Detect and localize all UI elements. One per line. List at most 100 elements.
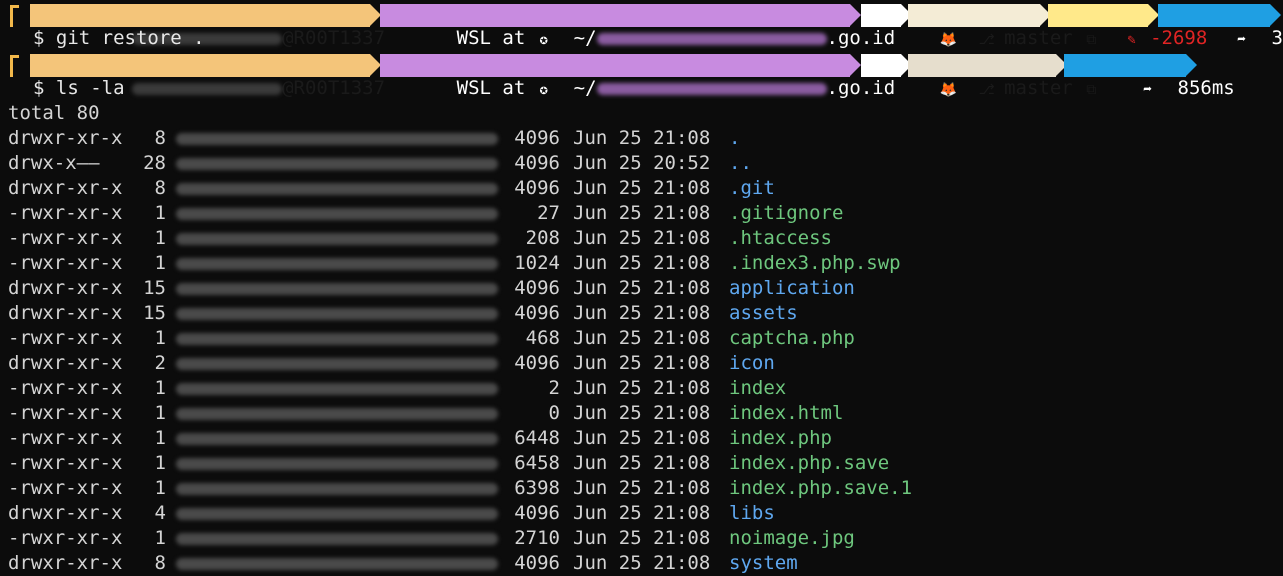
table-row: -rwxr-xr-x 1 2710 Jun 25 21:08 noimage.jpg <box>0 526 1283 551</box>
elapsed-segment: ➦ 856ms <box>1064 54 1235 99</box>
table-row: drwx-x—— 28 4096 Jun 25 20:52.. <box>0 151 1283 176</box>
shell-label: WSL at <box>456 77 526 99</box>
permissions: -rwxr-xr-x <box>8 427 123 449</box>
file-name[interactable]: . <box>729 126 740 151</box>
file-size: 4096 <box>514 502 560 524</box>
branch-icon: ⎇ <box>978 32 995 48</box>
table-row: drwxr-xr-x 8 4096 Jun 25 21:08. <box>0 126 1283 151</box>
path-segment: WSL at ✪ ~/.go.id <box>380 4 895 49</box>
prompt-line-2: ▭ @R00T1337 WSL at ✪ ~/.go.id 🦊 ⎇ master… <box>0 52 1283 99</box>
modified-date: Jun 25 21:08 <box>573 252 711 274</box>
file-name[interactable]: captcha.php <box>729 326 855 351</box>
file-name[interactable]: index.html <box>729 401 843 426</box>
permissions: -rwxr-xr-x <box>8 452 123 474</box>
link-count: 1 <box>154 252 166 274</box>
path-segment: WSL at ✪ ~/.go.id <box>380 54 895 99</box>
modified-date: Jun 25 21:08 <box>573 327 711 349</box>
file-size: 208 <box>525 227 560 249</box>
file-name[interactable]: index.php.save <box>729 451 889 476</box>
file-name[interactable]: index.php <box>729 426 832 451</box>
file-name[interactable]: index <box>729 376 786 401</box>
permissions: drwxr-xr-x <box>8 302 123 324</box>
branch-icon: ⎇ <box>978 82 995 98</box>
permissions: -rwxr-xr-x <box>8 202 123 224</box>
table-row: -rwxr-xr-x 1 2 Jun 25 21:08 index <box>0 376 1283 401</box>
linux-icon: ✪ <box>539 32 548 48</box>
file-name[interactable]: assets <box>729 301 798 326</box>
branch-segment: ⎇ master ⧉ <box>908 4 1096 49</box>
table-row: drwxr-xr-x 8 4096 Jun 25 21:08 system <box>0 551 1283 576</box>
modified-date: Jun 25 21:08 <box>573 402 711 424</box>
link-count: 28 <box>143 152 166 174</box>
link-count: 1 <box>154 477 166 499</box>
file-size: 2 <box>548 377 560 399</box>
modified-date: Jun 25 21:08 <box>573 377 711 399</box>
link-count: 1 <box>154 202 166 224</box>
link-count: 1 <box>154 527 166 549</box>
modified-date: Jun 25 21:08 <box>573 477 711 499</box>
permissions: -rwxr-xr-x <box>8 477 123 499</box>
modified-date: Jun 25 21:08 <box>573 177 711 199</box>
redacted-username <box>132 82 283 95</box>
link-count: 15 <box>143 277 166 299</box>
table-row: drwxr-xr-x 15 4096 Jun 25 21:08 assets <box>0 301 1283 326</box>
redacted-owner-group <box>176 376 498 401</box>
linux-icon: ✪ <box>539 82 548 98</box>
redacted-owner-group <box>176 551 498 576</box>
redacted-owner-group <box>176 226 498 251</box>
table-row: drwxr-xr-x 2 4096 Jun 25 21:08 icon <box>0 351 1283 376</box>
permissions: -rwxr-xr-x <box>8 527 123 549</box>
link-count: 8 <box>154 127 166 149</box>
permissions: drwxr-xr-x <box>8 277 123 299</box>
modified-date: Jun 25 21:08 <box>573 302 711 324</box>
redacted-owner-group <box>176 276 498 301</box>
file-name[interactable]: application <box>729 276 855 301</box>
branch-segment: ⎇ master ⧉ <box>908 54 1096 99</box>
file-name[interactable]: .git <box>729 176 775 201</box>
link-count: 8 <box>154 177 166 199</box>
file-size: 0 <box>548 402 560 424</box>
file-size: 4096 <box>514 352 560 374</box>
redacted-owner-group <box>176 151 498 176</box>
user-host-segment: ▭ @R00T1337 <box>30 54 385 99</box>
permissions: drwxr-xr-x <box>8 177 123 199</box>
file-name[interactable]: .index3.php.swp <box>729 251 901 276</box>
table-row: -rwxr-xr-x 1 6448 Jun 25 21:08 index.php <box>0 426 1283 451</box>
table-row: drwxr-xr-x 15 4096 Jun 25 21:08 application <box>0 276 1283 301</box>
git-segment: 🦊 <box>861 4 957 48</box>
git-segment: 🦊 <box>861 54 957 98</box>
changes-segment: ✎ -2698 <box>1048 4 1207 49</box>
link-count: 1 <box>154 227 166 249</box>
file-name[interactable]: system <box>729 551 798 576</box>
link-count: 1 <box>154 402 166 424</box>
command-line-2[interactable]: $ ls -la <box>33 76 125 101</box>
modified-date: Jun 25 21:08 <box>573 552 711 574</box>
redacted-owner-group <box>176 451 498 476</box>
modified-date: Jun 25 21:08 <box>573 202 711 224</box>
modified-date: Jun 25 21:08 <box>573 352 711 374</box>
user-host-segment: ▭ @R00T1337 <box>30 4 385 49</box>
command-line-1[interactable]: $ git restore . <box>33 26 205 51</box>
file-name[interactable]: libs <box>729 501 775 526</box>
prompt-line-1: ▭ @R00T1337 WSL at ✪ ~/.go.id 🦊 ⎇ master… <box>0 2 1283 49</box>
file-name[interactable]: index.php.save.1 <box>729 476 912 501</box>
elapsed-segment: ➦ 36ms <box>1158 4 1283 49</box>
terminal-window[interactable]: ▭ @R00T1337 WSL at ✪ ~/.go.id 🦊 ⎇ master… <box>0 0 1283 575</box>
elapsed-time: 856ms <box>1177 77 1235 99</box>
file-name[interactable]: noimage.jpg <box>729 526 855 551</box>
permissions: drwx-x—— <box>8 152 100 174</box>
link-count: 1 <box>154 427 166 449</box>
file-name[interactable]: .gitignore <box>729 201 843 226</box>
link-count: 8 <box>154 552 166 574</box>
file-size: 4096 <box>514 177 560 199</box>
table-row: -rwxr-xr-x 1 1024 Jun 25 21:08 .index3.php.s… <box>0 251 1283 276</box>
link-count: 15 <box>143 302 166 324</box>
file-size: 2710 <box>514 527 560 549</box>
file-name[interactable]: .htaccess <box>729 226 832 251</box>
redacted-owner-group <box>176 326 498 351</box>
file-name[interactable]: icon <box>729 351 775 376</box>
file-size: 4096 <box>514 302 560 324</box>
file-name[interactable]: .. <box>729 151 752 176</box>
file-size: 4096 <box>514 552 560 574</box>
redacted-owner-group <box>176 351 498 376</box>
